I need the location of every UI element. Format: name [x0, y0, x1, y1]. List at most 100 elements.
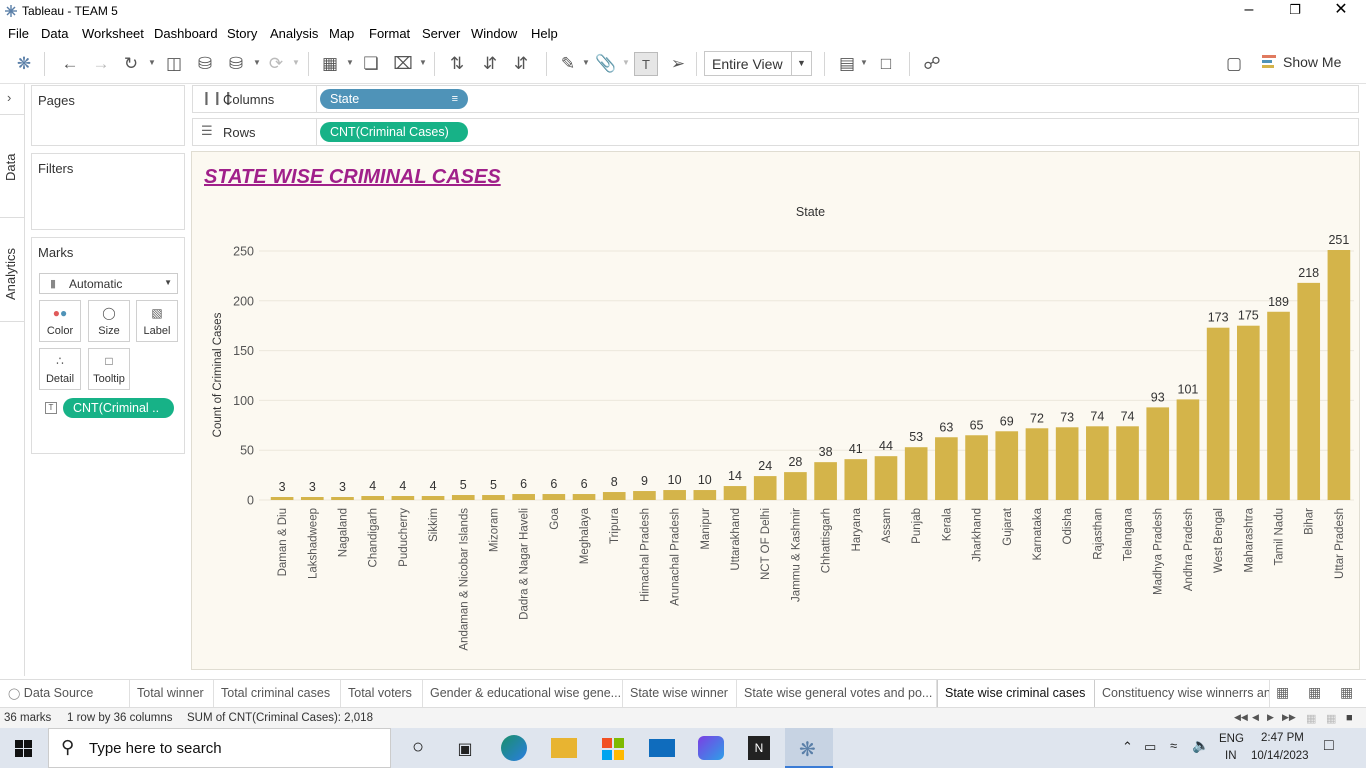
show-me-icon[interactable] — [1262, 55, 1276, 71]
tab-total-winner[interactable]: Total winner — [130, 680, 214, 707]
menu-window[interactable]: Window — [471, 26, 517, 41]
prev-sheet-icon[interactable]: ◀ — [1252, 712, 1259, 723]
file-explorer-icon[interactable] — [551, 738, 577, 758]
tabs-view-icon[interactable]: ■ — [1346, 712, 1353, 724]
filmstrip-icon[interactable]: ▦ — [1326, 712, 1336, 725]
menu-dashboard[interactable]: Dashboard — [154, 26, 218, 41]
swap-rows-columns-icon[interactable]: ⇅ — [445, 52, 469, 76]
cortana-icon[interactable]: ○ — [405, 736, 431, 760]
new-story-tab-icon[interactable]: ▦ — [1340, 684, 1353, 701]
sort-ascending-icon[interactable]: ⇵ — [478, 52, 502, 76]
duplicate-sheet-icon[interactable]: ❏ — [359, 52, 383, 76]
tab-total-criminal-cases[interactable]: Total criminal cases — [214, 680, 341, 707]
wifi-icon[interactable]: ≈ — [1170, 738, 1177, 753]
pause-updates-icon[interactable]: ⛁ — [224, 52, 248, 76]
language-line2[interactable]: IN — [1225, 750, 1237, 762]
presentation-mode-icon[interactable]: □ — [874, 52, 898, 76]
clock-time[interactable]: 2:47 PM — [1261, 732, 1304, 744]
tableau-home-icon[interactable]: ❋ — [12, 52, 36, 76]
notifications-icon[interactable]: □ — [1324, 737, 1334, 755]
taskbar-search-box[interactable]: ⚲ Type here to search — [48, 728, 391, 768]
expand-panel-icon[interactable]: › — [7, 90, 11, 105]
fix-axes-icon[interactable]: ➢ — [666, 52, 690, 76]
status-bar: 36 marks 1 row by 36 columns SUM of CNT(… — [0, 707, 1366, 728]
menu-worksheet[interactable]: Worksheet — [82, 26, 144, 41]
menu-server[interactable]: Server — [422, 26, 460, 41]
mail-icon[interactable] — [649, 739, 675, 757]
tableau-taskbar-button[interactable]: ❋ — [785, 728, 833, 768]
show-hidden-icons-icon[interactable]: ⌃ — [1122, 739, 1133, 755]
next-sheet-icon[interactable]: ▶ — [1267, 712, 1274, 723]
new-dashboard-tab-icon[interactable]: ▦ — [1308, 684, 1321, 701]
tooltip-button[interactable]: □ Tooltip — [88, 348, 130, 390]
highlight-icon[interactable]: ✎ — [556, 52, 580, 76]
replay-icon[interactable]: ↻ — [119, 52, 143, 76]
undo-icon[interactable]: ← — [58, 52, 82, 76]
menu-data[interactable]: Data — [41, 26, 68, 41]
rows-pill-count[interactable]: CNT(Criminal Cases) — [320, 122, 468, 142]
detail-button[interactable]: ∴ Detail — [39, 348, 81, 390]
x-tick-label: Maharashtra — [1243, 507, 1255, 572]
columns-pill-state[interactable]: State ≡ — [320, 89, 468, 109]
data-label: 74 — [1090, 409, 1104, 423]
clear-sheet-icon[interactable]: ⌧ — [391, 52, 415, 76]
tab-analytics[interactable]: Analytics — [0, 218, 25, 322]
close-button[interactable]: ✕ — [1318, 0, 1364, 22]
x-tick-label: Tripura — [609, 507, 621, 544]
battery-icon[interactable]: ▭ — [1144, 739, 1156, 755]
edge-icon[interactable] — [501, 735, 527, 761]
format-painter-icon[interactable]: ▢ — [1222, 52, 1246, 76]
share-icon[interactable]: ☍ — [920, 52, 944, 76]
save-icon[interactable]: ◫ — [162, 52, 186, 76]
mark-type-select[interactable]: ▮ Automatic ▼ — [39, 273, 178, 294]
refresh-icon[interactable]: ⟳ — [264, 52, 288, 76]
restore-button[interactable]: ❐ — [1272, 0, 1318, 22]
fit-view-select[interactable]: Entire View ▼ — [704, 51, 812, 76]
new-data-source-icon[interactable]: ⛁ — [193, 52, 217, 76]
tab-gender-educational[interactable]: Gender & educational wise gene... — [423, 680, 623, 707]
show-me-button[interactable]: Show Me — [1283, 54, 1341, 70]
tab-state-wise-winner[interactable]: State wise winner — [623, 680, 737, 707]
volume-icon[interactable]: 🔈 — [1192, 737, 1209, 754]
tooltip-label: Tooltip — [93, 373, 125, 385]
marks-field-pill[interactable]: CNT(Criminal .. — [63, 398, 174, 418]
show-mark-labels-icon[interactable]: T — [634, 52, 658, 76]
tab-data-source[interactable]: ◯ Data Source — [0, 680, 130, 707]
new-worksheet-tab-icon[interactable]: ▦ — [1276, 684, 1289, 701]
language-line1[interactable]: ENG — [1219, 733, 1244, 745]
filters-card[interactable]: Filters — [31, 153, 185, 230]
data-label: 65 — [970, 418, 984, 432]
sort-descending-icon[interactable]: ⇵ — [509, 52, 533, 76]
minimize-button[interactable]: – — [1226, 0, 1272, 22]
menu-format[interactable]: Format — [369, 26, 410, 41]
group-members-icon[interactable]: 📎 — [594, 52, 618, 76]
menu-story[interactable]: Story — [227, 26, 257, 41]
pages-card[interactable]: Pages — [31, 85, 185, 146]
first-sheet-icon[interactable]: ◀◀ — [1234, 712, 1248, 723]
windows-start-icon[interactable] — [15, 740, 32, 757]
size-button[interactable]: ◯ Size — [88, 300, 130, 342]
copilot-icon[interactable] — [698, 736, 724, 760]
color-button[interactable]: ●● Color — [39, 300, 81, 342]
show-cards-icon[interactable]: ▤ — [835, 52, 859, 76]
task-view-icon[interactable]: ▣ — [452, 739, 478, 763]
tab-total-voters[interactable]: Total voters — [341, 680, 423, 707]
chevron-down-icon[interactable]: ▼ — [791, 52, 811, 75]
notion-icon[interactable]: N — [748, 736, 770, 760]
tab-state-wise-general-votes[interactable]: State wise general votes and po... — [737, 680, 937, 707]
menu-analysis[interactable]: Analysis — [270, 26, 318, 41]
new-worksheet-icon[interactable]: ▦ — [318, 52, 342, 76]
redo-icon[interactable]: → — [89, 52, 113, 76]
tab-constituency-wise-winners[interactable]: Constituency wise winnerrs an — [1095, 680, 1270, 707]
tab-data[interactable]: Data — [0, 114, 25, 218]
menu-map[interactable]: Map — [329, 26, 354, 41]
data-label: 9 — [641, 474, 648, 488]
microsoft-store-icon[interactable] — [600, 736, 626, 760]
clock-date[interactable]: 10/14/2023 — [1251, 750, 1309, 762]
tab-state-wise-criminal-cases[interactable]: State wise criminal cases — [937, 680, 1095, 707]
menu-file[interactable]: File — [8, 26, 29, 41]
sheet-sorter-icon[interactable]: ▦ — [1306, 712, 1316, 725]
last-sheet-icon[interactable]: ▶▶ — [1282, 712, 1296, 723]
label-button[interactable]: ▧ Label — [136, 300, 178, 342]
menu-help[interactable]: Help — [531, 26, 558, 41]
